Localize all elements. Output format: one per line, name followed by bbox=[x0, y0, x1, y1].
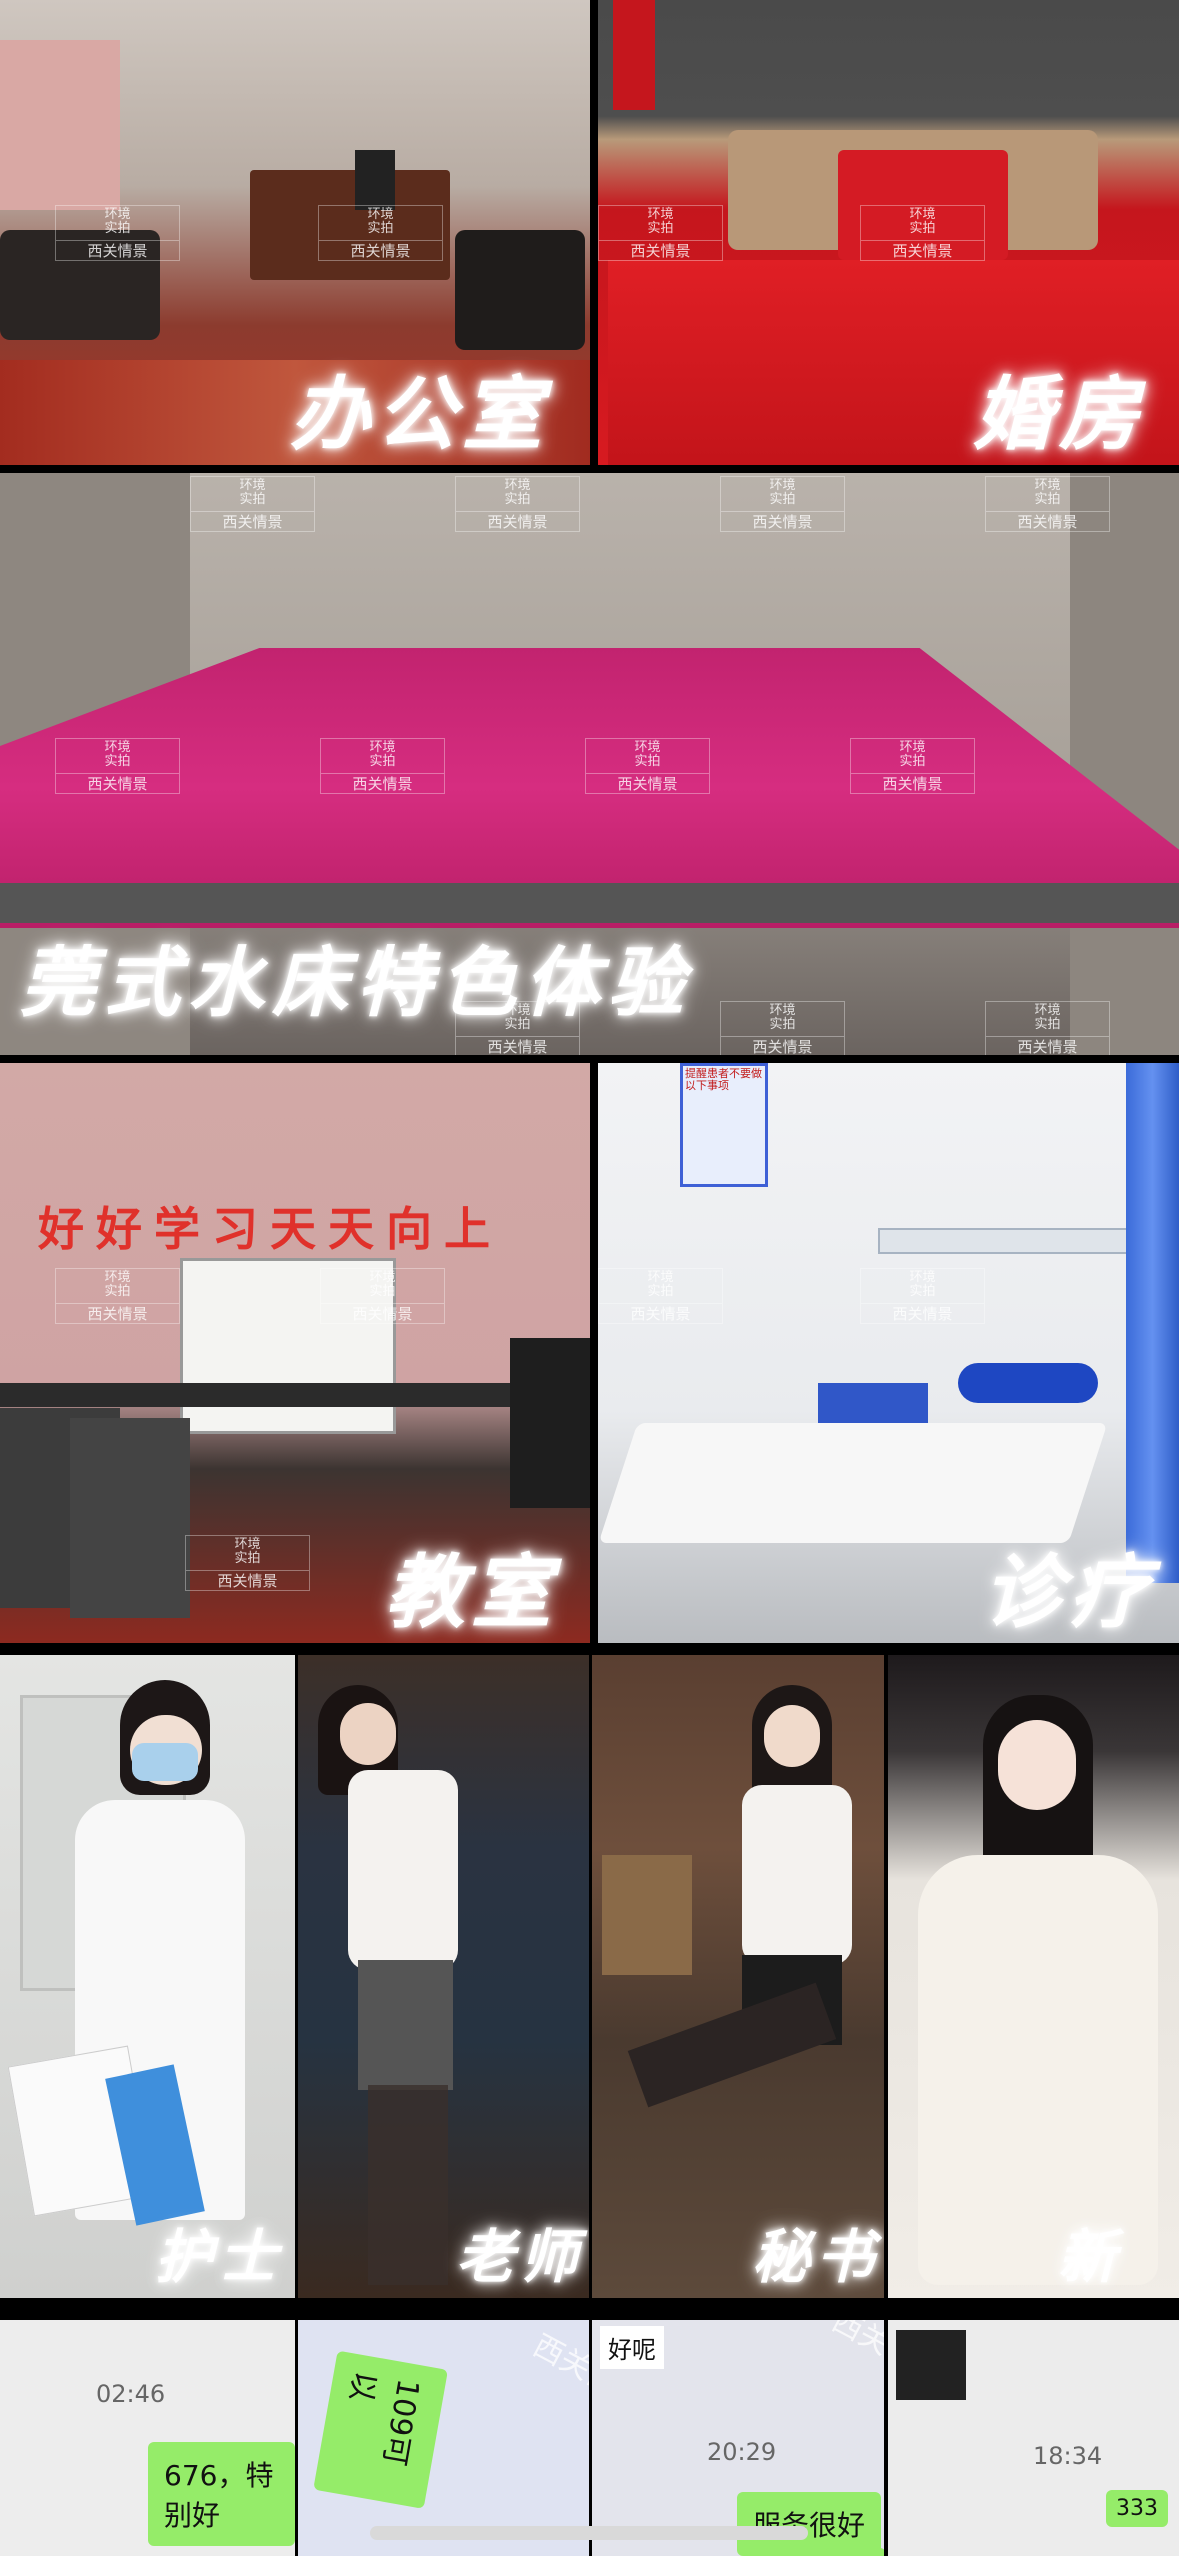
clinic-label: 诊疗 bbox=[983, 1545, 1155, 1639]
watermark: 环境 实拍 西关情景 bbox=[598, 1268, 723, 1324]
watermark: 环境 实拍 西关情景 bbox=[720, 476, 845, 532]
clinic-poster: 提醒患者不要做以下事项 bbox=[680, 1063, 768, 1187]
watermark: 环境 实拍 西关情景 bbox=[55, 205, 180, 261]
review-amount: 688 bbox=[824, 2548, 884, 2556]
watermark: 环境 实拍 西关情景 bbox=[598, 205, 723, 261]
review-amount: 333 bbox=[1106, 2490, 1168, 2527]
watermark: 环境 实拍 西关情景 bbox=[318, 205, 443, 261]
watermark: 环境 实拍 西关情景 bbox=[585, 738, 710, 794]
classroom-tile[interactable]: 好好学习天天向上 环境 实拍 西关情景 环境 实拍 西关情景 环境 实拍 西关情景 教室 bbox=[0, 1063, 590, 1643]
bride-label: 新娘 bbox=[1058, 2223, 1123, 2291]
teacher-label: 老师 bbox=[456, 2223, 585, 2291]
review-message: 109可以 bbox=[313, 2350, 448, 2509]
watermark: 环境 实拍 西关情景 bbox=[850, 738, 975, 794]
wedding-room-tile[interactable]: 环境 实拍 西关情景 环境 实拍 西关情景 婚房 bbox=[598, 0, 1179, 465]
home-indicator[interactable] bbox=[370, 2526, 808, 2540]
nurse-tile[interactable]: 护士 bbox=[0, 1655, 295, 2298]
review-card-2[interactable]: 109可以 西关情景好评展示 bbox=[298, 2320, 589, 2556]
watermark: 环境 实拍 西关情景 bbox=[320, 738, 445, 794]
secretary-tile[interactable]: 秘书 bbox=[592, 1655, 884, 2298]
watermark: 环境 实拍 西关情景 bbox=[985, 476, 1110, 532]
classroom-label: 教室 bbox=[385, 1545, 557, 1639]
review-time: 20:29 bbox=[707, 2438, 777, 2466]
review-card-1[interactable]: 02:46 676，特别好 bbox=[0, 2320, 295, 2556]
clinic-tile[interactable]: 提醒患者不要做以下事项 环境 实拍 西关情景 环境 实拍 西关情景 诊疗 bbox=[598, 1063, 1179, 1643]
review-time: 18:34 bbox=[1033, 2442, 1103, 2470]
watermark: 环境 实拍 西关情景 bbox=[985, 1001, 1110, 1055]
review-card-4[interactable]: 18:34 333 bbox=[888, 2320, 1179, 2556]
watermark: 环境 实拍 西关情景 bbox=[190, 476, 315, 532]
watermark: 环境 实拍 西关情景 bbox=[860, 1268, 985, 1324]
review-card-3[interactable]: 好呢 20:29 服务很好 688 西关情景好评展示 bbox=[592, 2320, 884, 2556]
office-tile[interactable]: 环境 实拍 西关情景 环境 实拍 西关情景 办公室 bbox=[0, 0, 590, 465]
review-time: 02:46 bbox=[96, 2380, 166, 2408]
watermark: 环境 实拍 西关情景 bbox=[55, 1268, 180, 1324]
review-avatar bbox=[896, 2330, 966, 2400]
review-badge: 好呢 bbox=[600, 2326, 664, 2369]
waterbed-label: 莞式水床特色体验 bbox=[20, 938, 692, 1027]
watermark: 环境 实拍 西关情景 bbox=[860, 205, 985, 261]
watermark: 环境 实拍 西关情景 bbox=[455, 476, 580, 532]
bride-tile[interactable]: 新娘 bbox=[888, 1655, 1179, 2298]
secretary-label: 秘书 bbox=[752, 2223, 881, 2291]
office-label: 办公室 bbox=[290, 367, 548, 461]
review-overlay: 西关情景好评展示 bbox=[826, 2320, 884, 2447]
watermark: 环境 实拍 西关情景 bbox=[55, 738, 180, 794]
teacher-tile[interactable]: 老师 bbox=[298, 1655, 589, 2298]
watermark: 环境 实拍 西关情景 bbox=[720, 1001, 845, 1055]
review-overlay: 西关情景好评展示 bbox=[527, 2328, 589, 2472]
review-message: 服务很好 bbox=[737, 2492, 882, 2556]
watermark: 环境 实拍 西关情景 bbox=[185, 1535, 310, 1591]
review-message: 676，特别好 bbox=[148, 2442, 295, 2546]
watermark: 环境 实拍 西关情景 bbox=[320, 1268, 445, 1324]
nurse-label: 护士 bbox=[155, 2223, 284, 2291]
classroom-banner: 好好学习天天向上 bbox=[38, 1202, 502, 1256]
wedding-room-label: 婚房 bbox=[973, 367, 1145, 461]
waterbed-tile[interactable]: 环境 实拍 西关情景 环境 实拍 西关情景 环境 实拍 西关情景 环境 实拍 西关情景 环境 实拍… bbox=[0, 473, 1179, 1055]
